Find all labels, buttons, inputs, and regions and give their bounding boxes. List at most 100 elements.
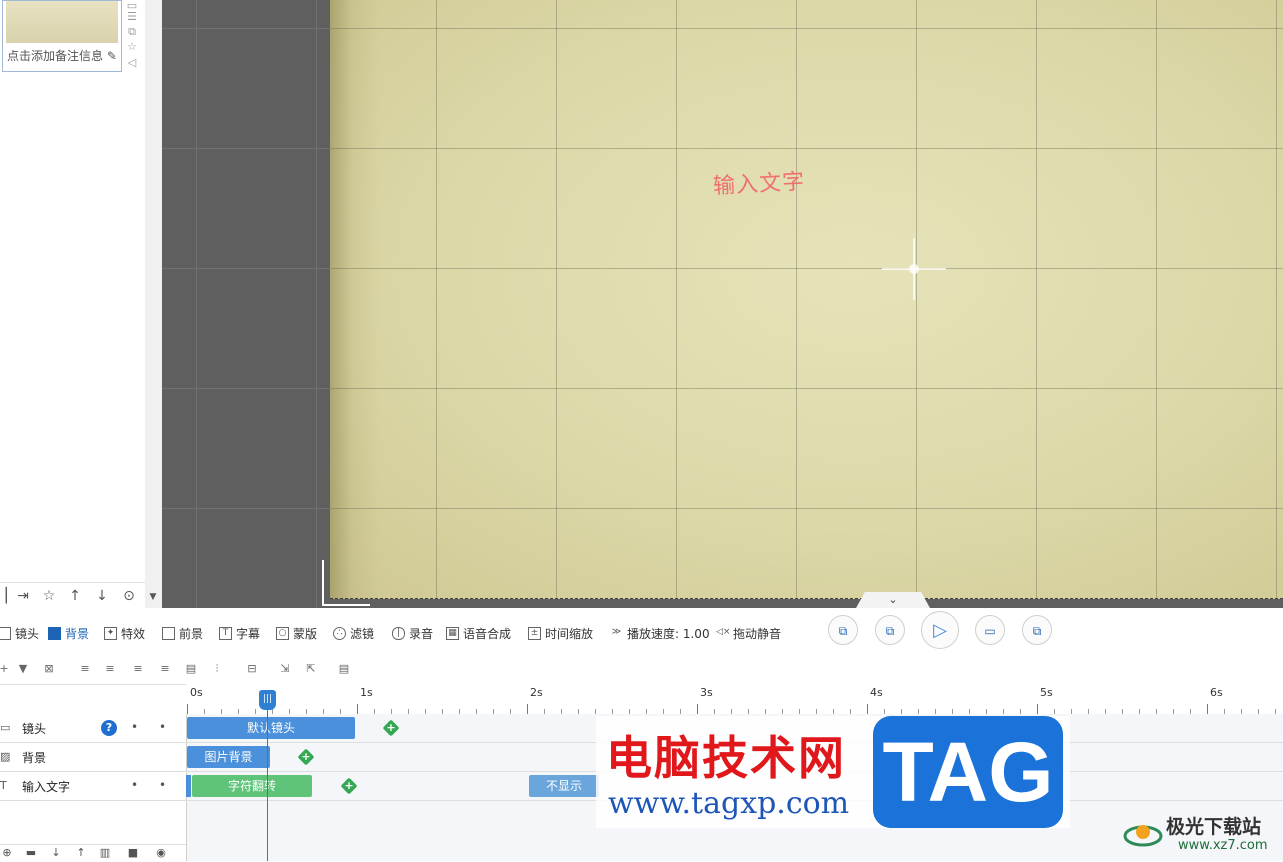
sound-icon[interactable]: ◁ (126, 57, 138, 69)
canvas-stage[interactable]: 输入文字 ⌄ (162, 0, 1283, 608)
help-icon[interactable]: ? (101, 720, 117, 736)
same-length-icon[interactable]: ▤ (183, 662, 199, 676)
add-track-icon[interactable]: ⊕ (0, 847, 14, 859)
eye-icon[interactable]: ◉ (154, 847, 168, 859)
preview-current-button[interactable]: ⧉ (875, 615, 905, 645)
lock-icon[interactable]: ■ (126, 847, 140, 859)
track-dot[interactable]: • (159, 720, 166, 734)
toolbar-time-scale[interactable]: ± 时间缩放 (528, 624, 593, 642)
align-center-icon[interactable]: ≡ (102, 662, 118, 676)
star-icon[interactable]: ☆ (126, 41, 138, 53)
toolbar-camera[interactable]: 镜头 (0, 624, 39, 642)
timeline-ruler[interactable]: 0s 1s 2s 3s 4s 5s 6s (186, 684, 1283, 715)
effect-icon: ✦ (104, 626, 117, 640)
slide-list-toolbar: ▏ ⇥ ☆ ↑ ↓ ⊙ (0, 582, 145, 609)
frame-corner-marker (322, 560, 370, 606)
ruler-label: 2s (530, 686, 543, 699)
delete-icon[interactable]: ▥ (98, 847, 112, 859)
timeline-toolbar: + ▼ ⊠ ≡ ≡ ≡ ≡ ▤ ⫶ ⊟ ⇲ ⇱ ▤ (0, 656, 1283, 685)
ruler-label: 1s (360, 686, 373, 699)
slide-thumbnail-image (6, 1, 118, 43)
track-dot[interactable]: • (159, 778, 166, 792)
more-icon[interactable]: ⊙ (118, 587, 140, 605)
track-dot[interactable]: • (131, 720, 138, 734)
watermark-tag-logo: TAG (873, 716, 1063, 828)
stage-text-element[interactable]: 输入文字 (712, 164, 806, 201)
down-arrow-icon[interactable]: ↓ (49, 847, 63, 859)
toolbar-effect[interactable]: ✦ 特效 (104, 624, 145, 642)
paper-grid (330, 0, 1283, 598)
add-animation-icon[interactable]: + (382, 719, 400, 737)
collapse-panel-button[interactable]: ⌄ (856, 592, 930, 608)
preview-from-start-button[interactable]: ⧉ (828, 615, 858, 645)
slide-list-panel: 点击添加备注信息 ✎ ▭ ☰ ⧉ ☆ ◁ ▏ ⇥ ☆ ↑ ↓ ⊙ (0, 0, 146, 608)
distribute-icon[interactable]: ≡ (157, 662, 173, 676)
star-icon[interactable]: ☆ (38, 587, 60, 605)
ruler-tick (187, 704, 188, 714)
toolbar-play-speed[interactable]: ≫ 播放速度: 1.00 (610, 624, 710, 642)
scroll-down-icon[interactable]: ▼ (147, 592, 159, 604)
toolbar-mask[interactable]: ○ 蒙版 (276, 624, 317, 642)
playhead-line (266, 698, 268, 861)
toolbar-record[interactable]: | 录音 (392, 624, 433, 642)
preview-end-button[interactable]: ⧉ (1022, 615, 1052, 645)
stack-icon[interactable]: ⫶ (209, 662, 225, 676)
up-arrow-icon[interactable]: ↑ (74, 847, 88, 859)
clip-char-flip[interactable]: 字符翻转 (192, 775, 312, 797)
ruler-tick (527, 704, 528, 714)
element-toolbar: 镜头 背景 ✦ 特效 前景 T 字幕 ○ 蒙版 ∴ 滤镜 | 录音 ▦ 语音合成 ± 时间缩放… (0, 608, 1283, 656)
toolbar-foreground[interactable]: 前景 (162, 624, 203, 642)
add-animation-icon[interactable]: + (297, 748, 315, 766)
add-icon[interactable]: + (0, 662, 12, 676)
track-name: 输入文字 (22, 780, 71, 794)
up-arrow-icon[interactable]: ↑ (64, 587, 86, 605)
move-down-icon[interactable]: ⇲ (277, 662, 293, 676)
scrollbar[interactable] (145, 0, 162, 608)
background-track-icon: ▨ (0, 750, 11, 763)
track-name: 背景 (22, 751, 47, 765)
slide-note-field[interactable]: 点击添加备注信息 ✎ (3, 47, 121, 64)
layers-icon[interactable]: ☰ (126, 11, 138, 23)
clear-filter-icon[interactable]: ⊠ (41, 662, 57, 676)
clip-image-background[interactable]: 图片背景 (187, 746, 270, 768)
align-left-icon[interactable]: ≡ (77, 662, 93, 676)
list-settings-icon[interactable]: ▤ (336, 662, 352, 676)
ruler-label: 4s (870, 686, 883, 699)
slide-thumbnail[interactable]: 点击添加备注信息 ✎ (2, 0, 122, 72)
track-dot[interactable]: • (131, 778, 138, 792)
export-icon[interactable]: ⇥ (12, 587, 34, 605)
watermark-url: www.tagxp.com (608, 786, 850, 821)
toolbar-subtitle[interactable]: T 字幕 (219, 624, 260, 642)
playhead-handle[interactable]: ||| (258, 690, 276, 710)
down-arrow-icon[interactable]: ↓ (91, 587, 113, 605)
toolbar-drag-mute[interactable]: ◁× 拖动静音 (716, 624, 781, 642)
ruler-tick (1207, 704, 1208, 714)
clip-entry-marker[interactable] (186, 775, 191, 797)
mask-icon: ○ (276, 626, 289, 640)
preview-next-icon: ▭ (984, 624, 996, 638)
play-button[interactable]: ▷ (921, 611, 959, 649)
clip-hide[interactable]: 不显示 (529, 775, 599, 797)
clip-default-camera[interactable]: 默认镜头 (187, 717, 355, 739)
filter-icon: ∴ (333, 626, 346, 640)
ruler-label: 0s (190, 686, 203, 699)
move-up-icon[interactable]: ⇱ (303, 662, 319, 676)
speed-icon: ≫ (611, 626, 622, 637)
ruler-label: 6s (1210, 686, 1223, 699)
split-icon[interactable]: ⊟ (244, 662, 260, 676)
preview-current-icon: ⧉ (885, 624, 895, 638)
background-icon (48, 626, 61, 640)
add-animation-icon[interactable]: + (340, 777, 358, 795)
toolbar-tts[interactable]: ▦ 语音合成 (446, 624, 511, 642)
preview-start-icon: ⧉ (838, 624, 848, 638)
camera-track-icon: ▭ (0, 721, 11, 734)
folder-icon[interactable]: ▬ (24, 847, 38, 859)
toolbar-filter[interactable]: ∴ 滤镜 (333, 624, 374, 642)
align-right-icon[interactable]: ≡ (130, 662, 146, 676)
preview-next-button[interactable]: ▭ (975, 615, 1005, 645)
site-name: 极光下载站 (1166, 816, 1262, 838)
copy-icon[interactable]: ⧉ (126, 26, 138, 38)
toolbar-background[interactable]: 背景 (48, 624, 89, 642)
track-name: 镜头 (22, 722, 47, 736)
filter-funnel-icon[interactable]: ▼ (15, 662, 31, 676)
